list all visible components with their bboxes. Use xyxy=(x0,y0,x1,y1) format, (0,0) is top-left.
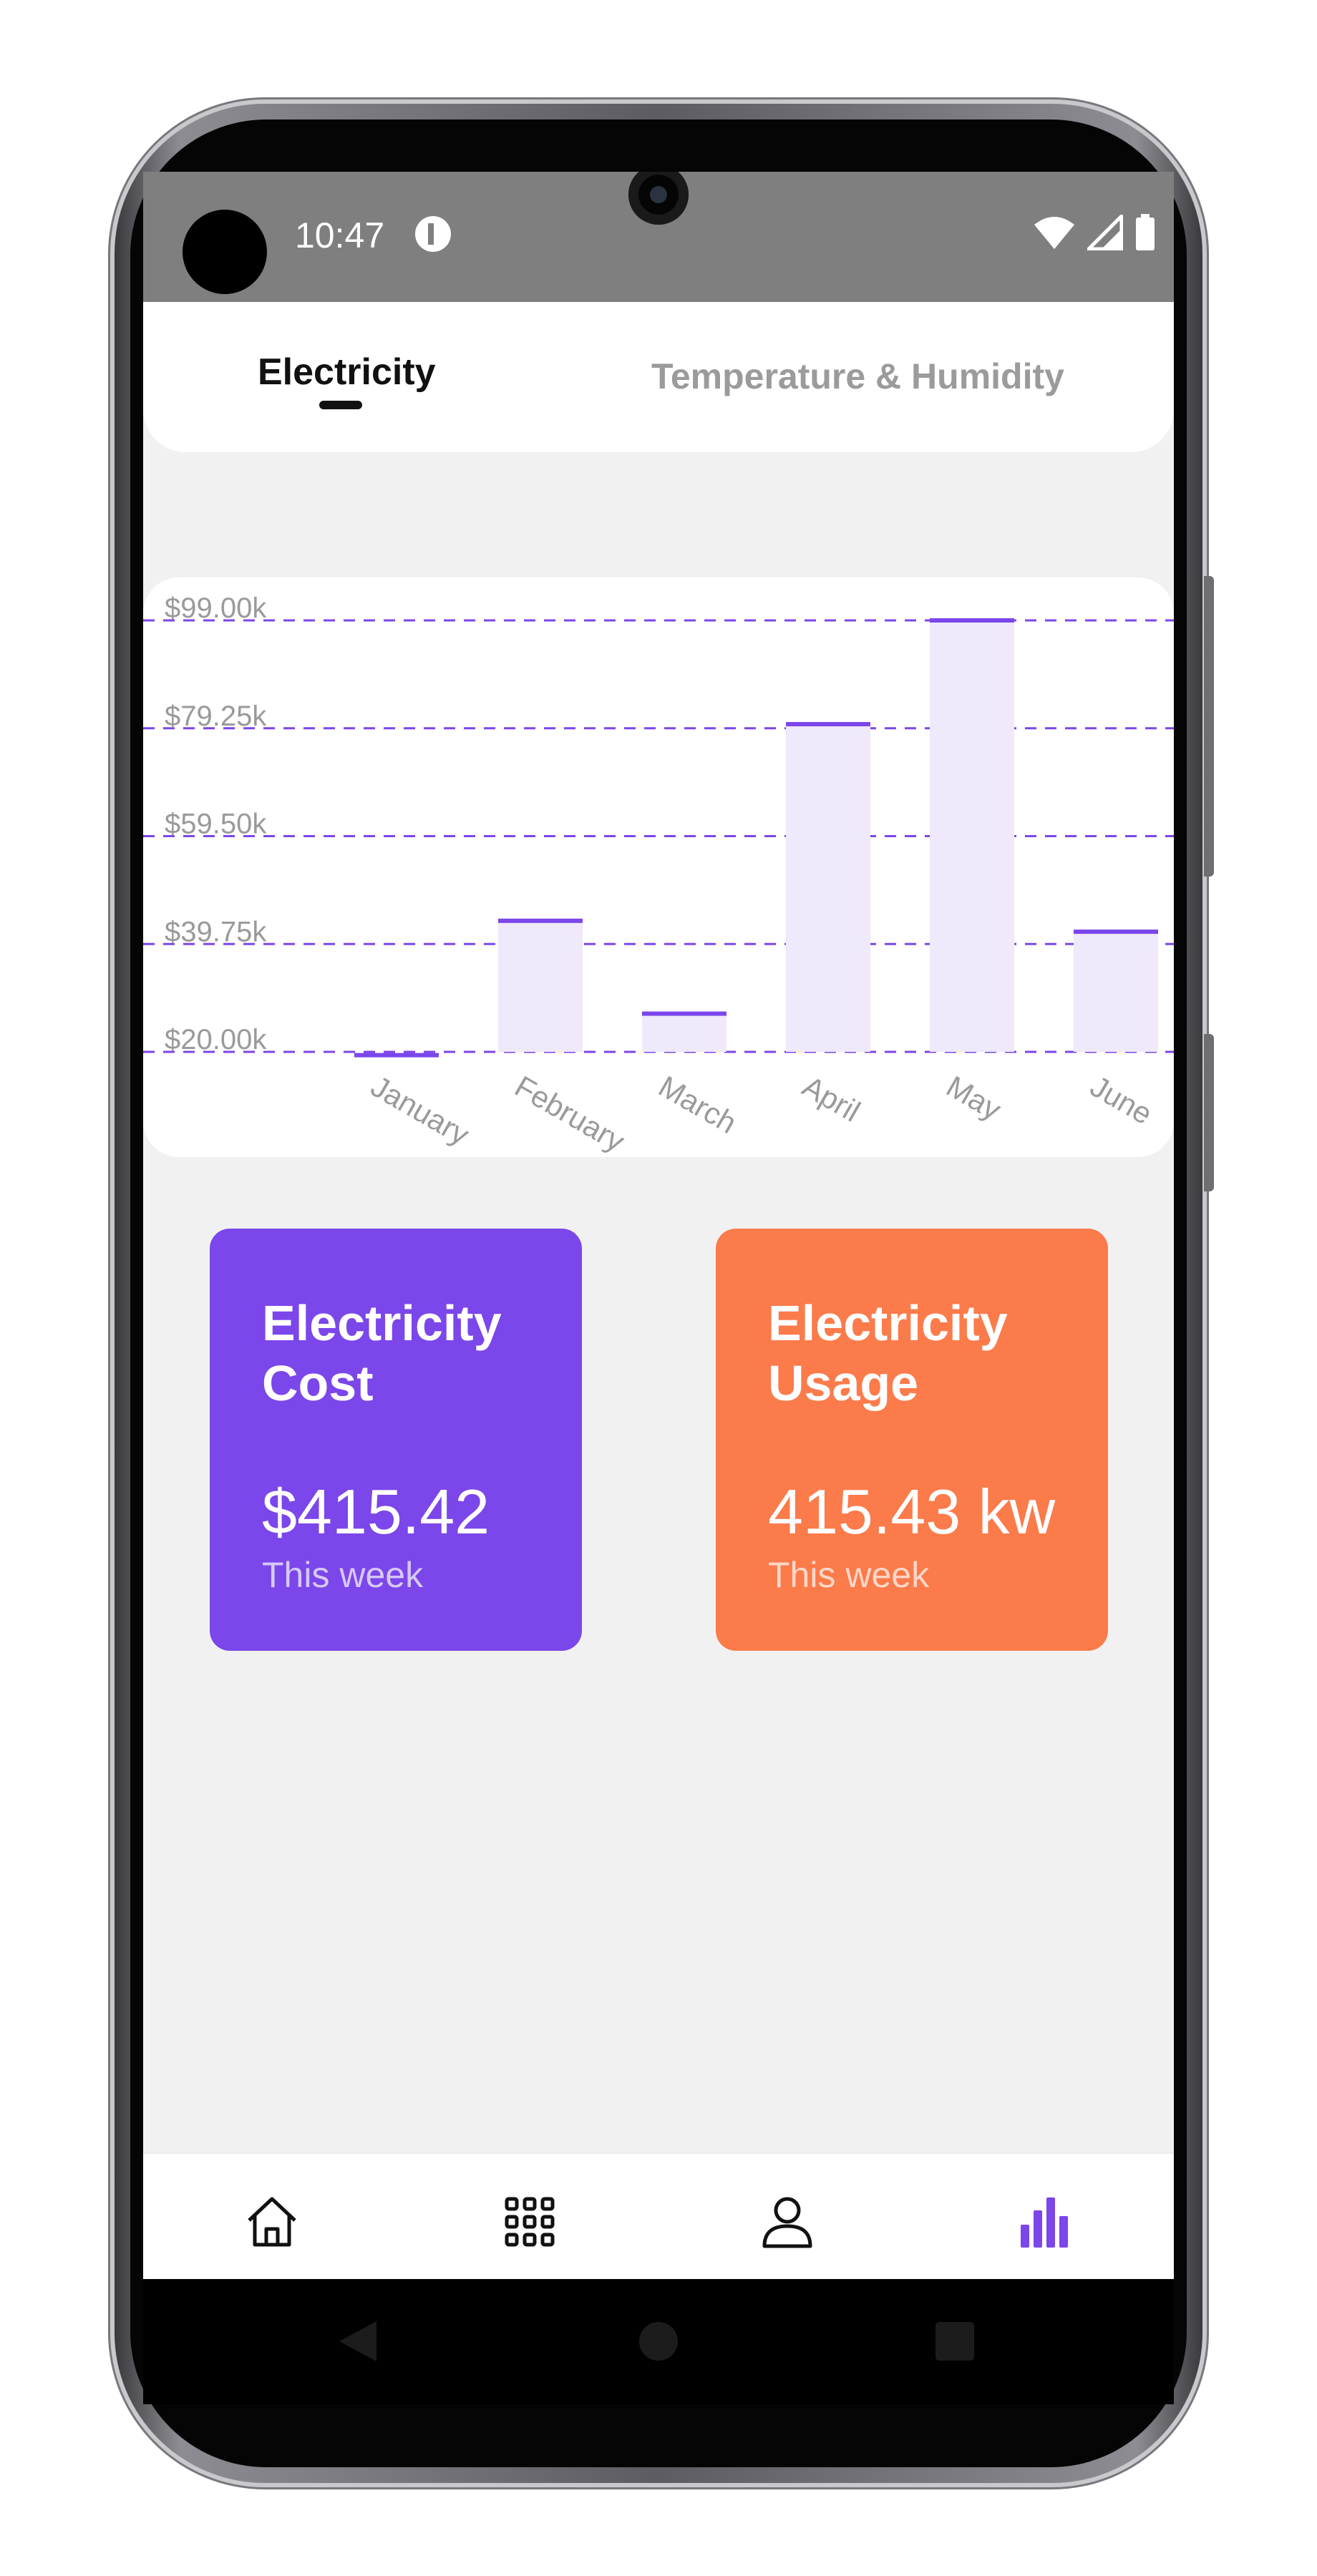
usage-period: This week xyxy=(768,1555,930,1595)
tab-electricity[interactable]: Electricity xyxy=(258,351,436,394)
bar-top-june xyxy=(1074,930,1158,935)
back-icon[interactable] xyxy=(336,2318,379,2364)
tab-bar: Electricity Temperature & Humidity xyxy=(143,302,1174,452)
status-time: 10:47 xyxy=(295,215,385,255)
bar-top-may xyxy=(930,618,1014,623)
tab-temperature-humidity[interactable]: Temperature & Humidity xyxy=(651,356,1064,397)
electricity-chart-card: $99.00k $79.25k $59.50k $39.75k $20.00k Janua… xyxy=(143,577,1174,1157)
front-camera xyxy=(628,172,689,225)
bar-chart-icon xyxy=(1021,2197,1068,2248)
active-tab-indicator xyxy=(319,401,362,409)
x-tick-label: February xyxy=(510,1069,631,1157)
signal-icon xyxy=(1087,215,1123,250)
x-tick-label: May xyxy=(941,1069,1007,1126)
y-tick-label: $59.50k xyxy=(165,809,267,840)
bar-february[interactable] xyxy=(498,920,583,1052)
bar-top-march xyxy=(642,1011,726,1016)
grid-icon xyxy=(505,2197,555,2247)
home-circle-icon[interactable] xyxy=(637,2320,680,2363)
electricity-cost-tile[interactable]: Electricity Cost $415.42 This week xyxy=(210,1229,582,1651)
status-bar: 10:47 xyxy=(143,172,1174,302)
bar-march[interactable] xyxy=(642,1013,726,1052)
bar-may[interactable] xyxy=(930,620,1014,1052)
app-notification-icon xyxy=(415,216,451,252)
y-tick-label: $39.75k xyxy=(165,916,267,947)
cost-value: $415.42 xyxy=(262,1476,490,1547)
y-tick-label: $20.00k xyxy=(165,1024,267,1055)
home-icon xyxy=(248,2197,296,2247)
bottom-navigation xyxy=(143,2152,1174,2279)
usage-value: 415.43 kw xyxy=(768,1476,1056,1547)
y-tick-label: $79.25k xyxy=(165,701,267,732)
nav-profile[interactable] xyxy=(759,2193,816,2250)
cost-tile-title: Electricity Cost xyxy=(262,1295,502,1411)
bar-top-january xyxy=(354,1053,439,1058)
nav-home[interactable] xyxy=(243,2193,301,2250)
battery-icon xyxy=(1136,214,1155,250)
x-tick-label: March xyxy=(653,1069,743,1140)
power-button xyxy=(1204,1034,1214,1191)
bar-april[interactable] xyxy=(786,724,870,1052)
y-tick-label: $99.00k xyxy=(165,592,267,624)
electricity-usage-tile[interactable]: Electricity Usage 415.43 kw This week xyxy=(716,1229,1108,1651)
wifi-icon xyxy=(1034,217,1074,249)
cost-period: This week xyxy=(262,1555,424,1595)
x-tick-label: January xyxy=(366,1069,475,1151)
bar-top-february xyxy=(498,918,583,923)
app-screen: 10:47 Electricity Temperature & Humidity… xyxy=(143,172,1174,2279)
system-navigation-bar xyxy=(143,2279,1174,2404)
nav-grid[interactable] xyxy=(501,2193,558,2250)
bar-top-april xyxy=(786,722,870,727)
bar-june[interactable] xyxy=(1074,932,1158,1052)
status-avatar-dot xyxy=(183,210,267,294)
profile-icon xyxy=(762,2197,812,2248)
electricity-bar-chart: $99.00k $79.25k $59.50k $39.75k $20.00k Janua… xyxy=(143,592,1174,1157)
recents-icon[interactable] xyxy=(934,2321,976,2362)
x-tick-label: April xyxy=(797,1069,866,1128)
status-icons xyxy=(1033,214,1156,250)
nav-analytics[interactable] xyxy=(1016,2193,1074,2250)
x-tick-label: June xyxy=(1085,1069,1158,1131)
usage-tile-title: Electricity Usage xyxy=(768,1295,1008,1411)
volume-button xyxy=(1204,576,1214,877)
